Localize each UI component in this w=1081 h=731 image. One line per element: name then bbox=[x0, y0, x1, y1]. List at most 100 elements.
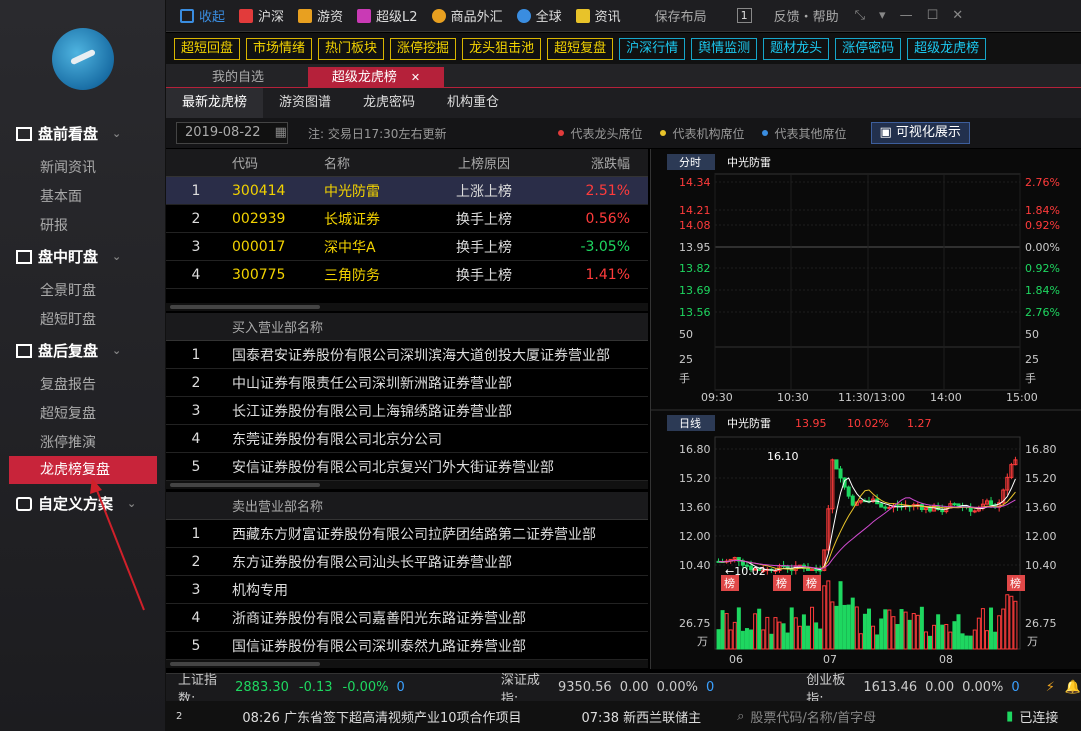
list-item[interactable]: 2 中山证券有限责任公司深圳新洲路证券营业部 bbox=[166, 369, 648, 397]
update-note: 注: 交易日17:30左右更新 bbox=[308, 126, 447, 141]
quick-btn[interactable]: 超短回盘 bbox=[174, 37, 241, 60]
yellow-dot-icon bbox=[660, 130, 667, 136]
sidebar-section-custom[interactable]: 自定义方案 ⌄ bbox=[16, 493, 136, 514]
sidebar-item-report[interactable]: 复盘报告 bbox=[40, 374, 96, 394]
sidebar-section-review[interactable]: 盘后复盘 ⌄ bbox=[16, 340, 121, 361]
sidebar-section-pre[interactable]: 盘前看盘 ⌄ bbox=[16, 123, 121, 144]
sidebar-item-limitup[interactable]: 涨停推演 bbox=[40, 432, 96, 452]
minimize-icon[interactable]: — bbox=[900, 8, 913, 23]
volume-bar bbox=[1013, 600, 1018, 650]
dropdown-icon[interactable]: ▾ bbox=[879, 8, 886, 23]
stock-search-input[interactable]: 股票代码/名称/首字母 bbox=[750, 707, 876, 726]
lhb-badge[interactable]: 榜 bbox=[803, 575, 821, 591]
sidebar-item-panorama[interactable]: 全景盯盘 bbox=[40, 280, 96, 300]
search-icon: ⌕ bbox=[737, 708, 745, 724]
table-row[interactable]: 1 300414 中光防雷 上涨上榜 2.51% bbox=[166, 177, 648, 205]
news-button[interactable]: 资讯 bbox=[575, 6, 621, 25]
y-tick-left: 15.20 bbox=[679, 472, 711, 485]
sidebar-section-intraday[interactable]: 盘中盯盘 ⌄ bbox=[16, 246, 121, 267]
shrink-icon[interactable]: ⤡ bbox=[855, 8, 865, 23]
visualize-button[interactable]: ▣ 可视化展示 bbox=[870, 122, 970, 144]
feedback-help-button[interactable]: 反馈・帮助 bbox=[774, 6, 839, 25]
quick-btn[interactable]: 涨停挖掘 bbox=[390, 37, 457, 60]
avatar[interactable] bbox=[52, 28, 114, 90]
lhb-badge[interactable]: 榜 bbox=[721, 575, 739, 591]
quick-btn[interactable]: 沪深行情 bbox=[619, 37, 686, 60]
list-item[interactable]: 1 国泰君安证券股份有限公司深圳滨海大道创投大厦证券营业部 bbox=[166, 341, 648, 369]
legend-leader: 代表龙头席位 bbox=[558, 125, 642, 142]
high-label: 16.10 bbox=[767, 450, 799, 463]
close-tab-icon[interactable]: ✕ bbox=[411, 71, 420, 84]
quick-btn[interactable]: 舆情监测 bbox=[691, 37, 758, 60]
volume-bar bbox=[854, 606, 859, 650]
table-row[interactable]: 3 000017 深中华A 换手上榜 -3.05% bbox=[166, 233, 648, 261]
quick-btn[interactable]: 题材龙头 bbox=[763, 37, 830, 60]
y-tick-left: 12.00 bbox=[679, 530, 711, 543]
tab-lhb-code[interactable]: 龙虎密码 bbox=[347, 88, 431, 118]
tab-watchlist[interactable]: 我的自选 bbox=[170, 67, 306, 88]
sidebar-item-short-review[interactable]: 超短复盘 bbox=[40, 403, 96, 423]
layout-number-button[interactable]: 1 bbox=[736, 8, 752, 23]
list-item[interactable]: 3 机构专用 bbox=[166, 576, 648, 604]
sidebar-item-news[interactable]: 新闻资讯 bbox=[40, 157, 96, 177]
list-item[interactable]: 2 东方证券股份有限公司汕头长平路证券营业部 bbox=[166, 548, 648, 576]
tab-super-lhb[interactable]: 超级龙虎榜 ✕ bbox=[308, 67, 444, 88]
volume-bar bbox=[989, 607, 994, 650]
volume-bar bbox=[850, 597, 855, 650]
lhb-badge[interactable]: 榜 bbox=[773, 575, 791, 591]
x-tick: 06 bbox=[729, 653, 743, 666]
list-item[interactable]: 5 安信证券股份有限公司北京复兴门外大街证券营业部 bbox=[166, 453, 648, 481]
list-item[interactable]: 5 国信证券股份有限公司深圳泰然九路证券营业部 bbox=[166, 632, 648, 660]
y-tick-left: 14.08 bbox=[679, 219, 711, 232]
quick-btn[interactable]: 热门板块 bbox=[318, 37, 385, 60]
y-tick-right: 2.76% bbox=[1025, 306, 1060, 319]
sidebar-item-ultrashort[interactable]: 超短盯盘 bbox=[40, 309, 96, 329]
volume-bar bbox=[765, 616, 770, 650]
table-row[interactable]: 4 300775 三角防务 换手上榜 1.41% bbox=[166, 261, 648, 289]
collapse-button[interactable]: 收起 bbox=[180, 6, 225, 25]
volume-bar bbox=[801, 614, 806, 650]
quick-btn[interactable]: 龙头狙击池 bbox=[462, 37, 542, 60]
hushen-button[interactable]: 沪深 bbox=[239, 6, 284, 25]
lightning-icon[interactable]: ⚡ bbox=[1046, 680, 1055, 695]
list-item[interactable]: 4 东莞证券股份有限公司北京分公司 bbox=[166, 425, 648, 453]
forex-button[interactable]: 商品外汇 bbox=[431, 6, 503, 25]
quick-btn[interactable]: 超短复盘 bbox=[547, 37, 614, 60]
quick-btn[interactable]: 涨停密码 bbox=[835, 37, 902, 60]
svg-text:榜: 榜 bbox=[776, 576, 787, 590]
save-layout-button[interactable]: 保存布局 bbox=[655, 6, 707, 25]
globe-icon bbox=[516, 8, 531, 23]
ticker-news[interactable]: 07:38 新西兰联储主 bbox=[582, 707, 702, 726]
scrollbar[interactable] bbox=[166, 303, 648, 311]
close-icon[interactable]: ✕ bbox=[952, 8, 963, 23]
y-tick-left: 13.56 bbox=[679, 306, 711, 319]
volume-bar bbox=[952, 621, 957, 650]
scrollbar[interactable] bbox=[166, 660, 648, 668]
sidebar-item-research[interactable]: 研报 bbox=[40, 215, 68, 235]
signal-icon: ▮ bbox=[1006, 708, 1014, 724]
volume-bar bbox=[732, 621, 737, 650]
ticker-news[interactable]: 08:26 广东省签下超高清视频产业10项合作项目 bbox=[242, 707, 521, 726]
global-button[interactable]: 全球 bbox=[516, 6, 562, 25]
lhb-badge[interactable]: 榜 bbox=[1007, 575, 1025, 591]
bell-icon[interactable]: 🔔 bbox=[1065, 680, 1081, 695]
maximize-icon[interactable]: ☐ bbox=[927, 8, 939, 23]
tab-youzi-map[interactable]: 游资图谱 bbox=[263, 88, 347, 118]
list-item[interactable]: 1 西藏东方财富证券股份有限公司拉萨团结路第二证券营业部 bbox=[166, 520, 648, 548]
tab-institution[interactable]: 机构重仓 bbox=[431, 88, 515, 118]
sidebar-item-lhb-review[interactable]: 龙虎榜复盘 bbox=[9, 456, 157, 484]
list-item[interactable]: 4 浙商证券股份有限公司嘉善阳光东路证券营业部 bbox=[166, 604, 648, 632]
list-item[interactable]: 3 长江证券股份有限公司上海锦绣路证券营业部 bbox=[166, 397, 648, 425]
tab-latest-lhb[interactable]: 最新龙虎榜 bbox=[166, 88, 264, 118]
scrollbar[interactable] bbox=[166, 481, 648, 489]
sidebar-item-fundamental[interactable]: 基本面 bbox=[40, 186, 82, 206]
superl2-button[interactable]: 超级L2 bbox=[357, 6, 418, 25]
branch-name: 东方证券股份有限公司汕头长平路证券营业部 bbox=[232, 554, 512, 571]
date-picker[interactable]: 2019-08-22 ▦ bbox=[176, 122, 288, 144]
quick-btn[interactable]: 超级龙虎榜 bbox=[907, 37, 987, 60]
date-bar: 2019-08-22 ▦ 注: 交易日17:30左右更新 代表龙头席位 代表机构席… bbox=[166, 118, 1081, 148]
stock-code: 300414 bbox=[232, 182, 286, 199]
table-row[interactable]: 2 002939 长城证券 换手上榜 0.56% bbox=[166, 205, 648, 233]
quick-btn[interactable]: 市场情绪 bbox=[246, 37, 313, 60]
youzi-button[interactable]: 游资 bbox=[298, 6, 343, 25]
